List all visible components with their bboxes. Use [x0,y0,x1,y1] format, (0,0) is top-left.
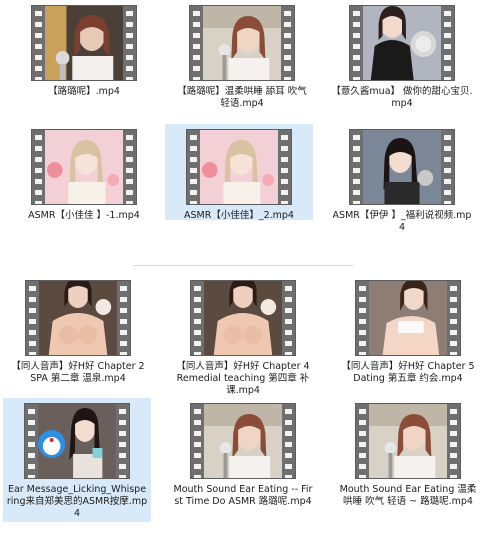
file-name: 【路璐呢】.mp4 [48,86,120,97]
video-thumbnail[interactable] [355,403,461,479]
video-thumbnail[interactable] [24,403,130,479]
film-strip-icon [282,404,295,478]
thumbnail-frame [203,6,281,80]
thumbnail-frame [363,6,441,80]
file-item[interactable]: ASMR【伊伊 】_福利说视频.mp4 [328,124,476,236]
file-item[interactable]: 【路璐呢】.mp4 [10,0,158,112]
film-strip-icon [447,404,460,478]
file-name: ASMR【小佳佳 】-1.mp4 [28,210,140,221]
file-item[interactable]: 【路璐呢】温柔哄睡 舔耳 吹气 轻语.mp4 [168,0,316,112]
file-name: 【薏久酱mua】 做你的甜心宝贝.mp4 [331,86,473,109]
thumbnail-frame [369,404,447,478]
film-strip-icon [25,404,38,478]
film-strip-icon [441,130,454,204]
film-strip-icon [281,6,294,80]
film-strip-icon [116,404,129,478]
video-thumbnail[interactable] [190,403,296,479]
file-name: Mouth Sound Ear Eating -- First Time Do … [173,484,313,507]
film-strip-icon [441,6,454,80]
film-strip-icon [123,130,136,204]
thumbnail-frame [369,281,447,355]
film-strip-icon [350,130,363,204]
file-item[interactable]: 【同人音声】好H好 Chapter 5 Dating 第五章 约会.mp4 [334,275,482,387]
thumbnail-frame [204,281,282,355]
file-item[interactable]: Ear Message_Licking_Whispering来自郑美思的ASMR… [3,398,151,522]
thumbnail-frame [45,6,123,80]
video-thumbnail[interactable] [190,280,296,356]
file-name: ASMR【小佳佳】_2.mp4 [184,210,294,221]
film-strip-icon [278,130,291,204]
film-strip-icon [187,130,200,204]
film-strip-icon [123,6,136,80]
file-name: 【同人音声】好H好 Chapter 5 Dating 第五章 约会.mp4 [341,361,475,384]
film-strip-icon [350,6,363,80]
video-thumbnail[interactable] [186,129,292,205]
file-name: 【路璐呢】温柔哄睡 舔耳 吹气 轻语.mp4 [177,86,307,109]
video-thumbnail[interactable] [189,5,295,81]
file-item[interactable]: Mouth Sound Ear Eating 温柔哄睡 吹气 轻语 ~ 路璐呢.… [334,398,482,522]
film-strip-icon [117,281,130,355]
file-item[interactable]: 【同人音声】好H好 Chapter 2 SPA 第二章 温泉.mp4 [4,275,152,387]
video-thumbnail[interactable] [349,129,455,205]
file-name: 【同人音声】好H好 Chapter 4 Remedial teaching 第四… [176,361,310,396]
video-thumbnail[interactable] [349,5,455,81]
thumbnail-frame [38,404,116,478]
video-thumbnail[interactable] [31,5,137,81]
film-strip-icon [447,281,460,355]
video-thumbnail[interactable] [355,280,461,356]
file-item[interactable]: Mouth Sound Ear Eating -- First Time Do … [169,398,317,522]
film-strip-icon [190,6,203,80]
thumbnail-frame [204,404,282,478]
file-name: Ear Message_Licking_Whispering来自郑美思的ASMR… [6,484,148,519]
video-thumbnail[interactable] [25,280,131,356]
film-strip-icon [26,281,39,355]
file-name: Mouth Sound Ear Eating 温柔哄睡 吹气 轻语 ~ 路璐呢.… [339,484,477,507]
file-name: 【同人音声】好H好 Chapter 2 SPA 第二章 温泉.mp4 [11,361,145,384]
film-strip-icon [356,281,369,355]
film-strip-icon [356,404,369,478]
file-item[interactable]: 【薏久酱mua】 做你的甜心宝贝.mp4 [328,0,476,112]
file-item[interactable]: ASMR【小佳佳】_2.mp4 [165,124,313,221]
file-item[interactable]: 【同人音声】好H好 Chapter 4 Remedial teaching 第四… [169,275,317,396]
thumbnail-frame [363,130,441,204]
film-strip-icon [282,281,295,355]
thumbnail-frame [45,130,123,204]
film-strip-icon [32,130,45,204]
thumbnail-frame [39,281,117,355]
video-thumbnail[interactable] [31,129,137,205]
film-strip-icon [191,404,204,478]
group-divider [133,265,353,266]
film-strip-icon [32,6,45,80]
thumbnail-frame [200,130,278,204]
file-name: ASMR【伊伊 】_福利说视频.mp4 [332,210,472,233]
file-item[interactable]: ASMR【小佳佳 】-1.mp4 [10,124,158,224]
film-strip-icon [191,281,204,355]
